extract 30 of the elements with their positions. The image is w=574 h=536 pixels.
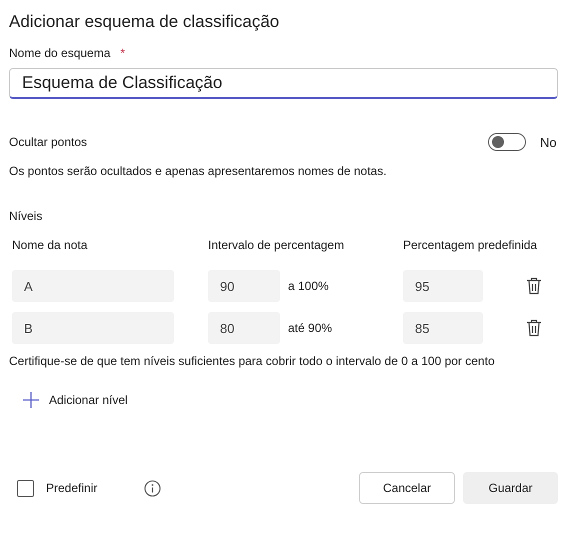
column-header: Percentagem predefinida <box>403 238 538 252</box>
toggle-state: No <box>540 134 558 150</box>
scheme-name-field[interactable]: Esquema de Classificação <box>9 68 558 99</box>
range-from-field[interactable]: 80 <box>208 312 280 344</box>
description-text: Os pontos serão ocultados e apenas apresentaremos nomes de notas. <box>9 164 388 178</box>
column-header: Nome da nota <box>12 238 88 252</box>
section-heading: Níveis <box>9 209 44 223</box>
dialog-title: Adicionar esquema de classificação <box>9 12 280 32</box>
cancel-button[interactable]: Cancelar <box>359 472 455 504</box>
hint-text: Certifique-se de que tem níveis suficientes para cobrir todo o intervalo de 0 a 100 por cento <box>9 354 496 368</box>
range-to-text: até 90% <box>288 321 332 335</box>
default-percent-field[interactable]: 95 <box>403 270 483 302</box>
range-to-text: a 100% <box>288 279 329 293</box>
required-asterisk: * <box>120 46 126 60</box>
field-label: Nome do esquema <box>9 46 110 60</box>
default-percent-field[interactable]: 85 <box>403 312 483 344</box>
column-header: Intervalo de percentagem <box>208 238 346 252</box>
grade-name-field[interactable]: A <box>12 270 174 302</box>
info-icon[interactable] <box>144 480 162 496</box>
trash-icon[interactable] <box>526 277 542 295</box>
checkbox-label: Predefinir <box>46 481 98 495</box>
toggle-switch[interactable] <box>488 133 526 151</box>
checkbox[interactable] <box>17 480 34 496</box>
trash-icon[interactable] <box>526 319 542 337</box>
add-level-button[interactable]: Adicionar nível <box>23 392 128 408</box>
toggle-label: Ocultar pontos <box>9 135 88 149</box>
range-from-field[interactable]: 90 <box>208 270 280 302</box>
grade-name-field[interactable]: B <box>12 312 174 344</box>
save-button[interactable]: Guardar <box>463 472 558 504</box>
plus-icon <box>23 392 39 408</box>
